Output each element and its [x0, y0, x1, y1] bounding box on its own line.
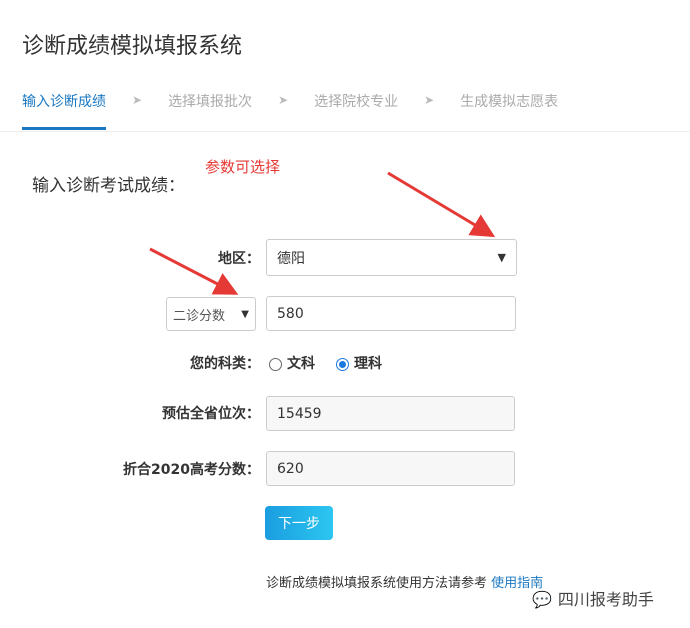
red-arrow-icon: [387, 171, 496, 238]
red-arrow-icon: [149, 247, 239, 295]
annotation-arrows: [149, 171, 496, 295]
